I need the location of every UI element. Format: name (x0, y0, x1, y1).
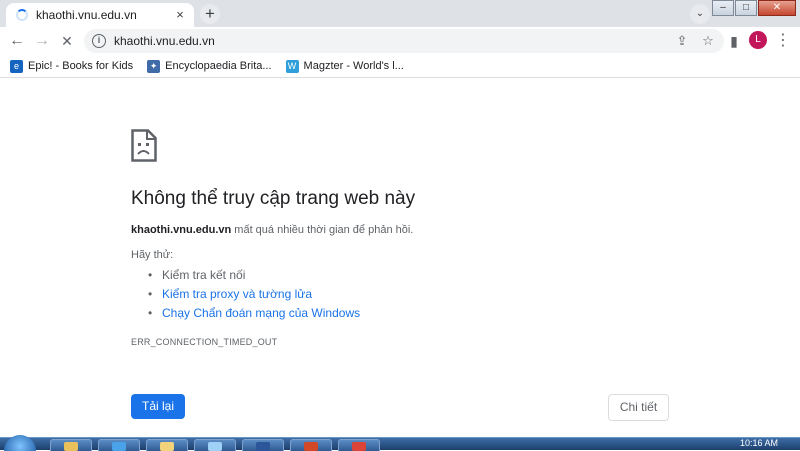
reload-button[interactable]: Tải lại (131, 394, 185, 419)
suggestion-list: Kiểm tra kết nối Kiểm tra proxy và tường… (148, 266, 360, 323)
side-panel-icon[interactable]: ▮ (724, 31, 744, 51)
try-label: Hãy thử: (131, 249, 174, 261)
tab-search-button[interactable]: ⌄ (690, 4, 710, 24)
minimize-button[interactable]: – (712, 0, 734, 16)
error-host: khaothi.vnu.edu.vn (131, 224, 232, 236)
bookmark-star-icon[interactable]: ☆ (698, 33, 718, 49)
browser-toolbar: ← → ✕ i khaothi.vnu.edu.vn ⇪ ☆ ▮ L ⋮ (0, 27, 800, 55)
forward-button[interactable]: → (32, 31, 52, 51)
magzter-icon: W (285, 59, 299, 73)
suggestion-check-connection: Kiểm tra kết nối (148, 266, 360, 285)
profile-avatar[interactable]: L (749, 31, 767, 49)
error-code: ERR_CONNECTION_TIMED_OUT (131, 337, 278, 347)
taskbar-item-word[interactable] (242, 439, 284, 451)
suggestion-text: Kiểm tra kết nối (162, 268, 246, 282)
details-button[interactable]: Chi tiết (608, 394, 669, 421)
tab-title: khaothi.vnu.edu.vn (36, 8, 137, 22)
error-page: Không thể truy cập trang web này khaothi… (0, 79, 800, 437)
suggestion-text[interactable]: Chạy Chẩn đoán mạng của Windows (162, 306, 360, 320)
bookmarks-bar: e Epic! - Books for Kids ✦ Encyclopaedia… (0, 55, 800, 78)
sad-page-icon (131, 129, 157, 162)
taskbar-clock[interactable]: 10:16 AM (740, 438, 778, 448)
share-icon[interactable]: ⇪ (672, 33, 692, 49)
tab-active[interactable]: khaothi.vnu.edu.vn × (6, 3, 194, 27)
back-button[interactable]: ← (7, 31, 27, 51)
taskbar-item-files[interactable] (146, 439, 188, 451)
menu-icon[interactable]: ⋮ (773, 31, 793, 51)
title-bar: khaothi.vnu.edu.vn × + ⌄ – □ ✕ (0, 0, 800, 27)
bookmark-label: Magzter - World's l... (303, 60, 404, 72)
taskbar-item-powerpoint[interactable] (290, 439, 332, 451)
bookmark-epic[interactable]: e Epic! - Books for Kids (10, 59, 134, 73)
britannica-icon: ✦ (147, 59, 161, 73)
tab-close-icon[interactable]: × (172, 7, 188, 23)
new-tab-button[interactable]: + (200, 4, 220, 24)
loading-spinner-icon (16, 9, 28, 21)
suggestion-network-diagnostics-link[interactable]: Chạy Chẩn đoán mạng của Windows (148, 304, 360, 323)
address-bar[interactable]: i khaothi.vnu.edu.vn ⇪ ☆ (84, 29, 724, 53)
bookmark-magzter[interactable]: W Magzter - World's l... (285, 59, 404, 73)
error-description: khaothi.vnu.edu.vn mất quá nhiều thời gi… (131, 224, 413, 236)
close-window-button[interactable]: ✕ (758, 0, 796, 16)
window-controls: – □ ✕ (711, 0, 796, 16)
epic-icon: e (10, 59, 23, 73)
error-description-text: mất quá nhiều thời gian để phản hồi. (231, 224, 414, 236)
suggestion-check-proxy-link[interactable]: Kiểm tra proxy và tường lửa (148, 285, 360, 304)
suggestion-text[interactable]: Kiểm tra proxy và tường lửa (162, 287, 312, 301)
site-info-icon[interactable]: i (92, 34, 106, 48)
windows-taskbar: 10:16 AM (0, 435, 800, 451)
taskbar-item-explorer[interactable] (50, 439, 92, 451)
maximize-button[interactable]: □ (735, 0, 757, 16)
stop-loading-button[interactable]: ✕ (57, 31, 77, 51)
taskbar-item-ie[interactable] (98, 439, 140, 451)
taskbar-item-chrome[interactable] (338, 439, 380, 451)
bookmark-label: Epic! - Books for Kids (28, 60, 134, 72)
url-text[interactable]: khaothi.vnu.edu.vn (114, 34, 672, 48)
bookmark-britannica[interactable]: ✦ Encyclopaedia Brita... (147, 59, 272, 73)
error-title: Không thể truy cập trang web này (131, 188, 416, 209)
start-button[interactable] (4, 435, 36, 451)
bookmark-label: Encyclopaedia Brita... (165, 60, 272, 72)
taskbar-item-media[interactable] (194, 439, 236, 451)
